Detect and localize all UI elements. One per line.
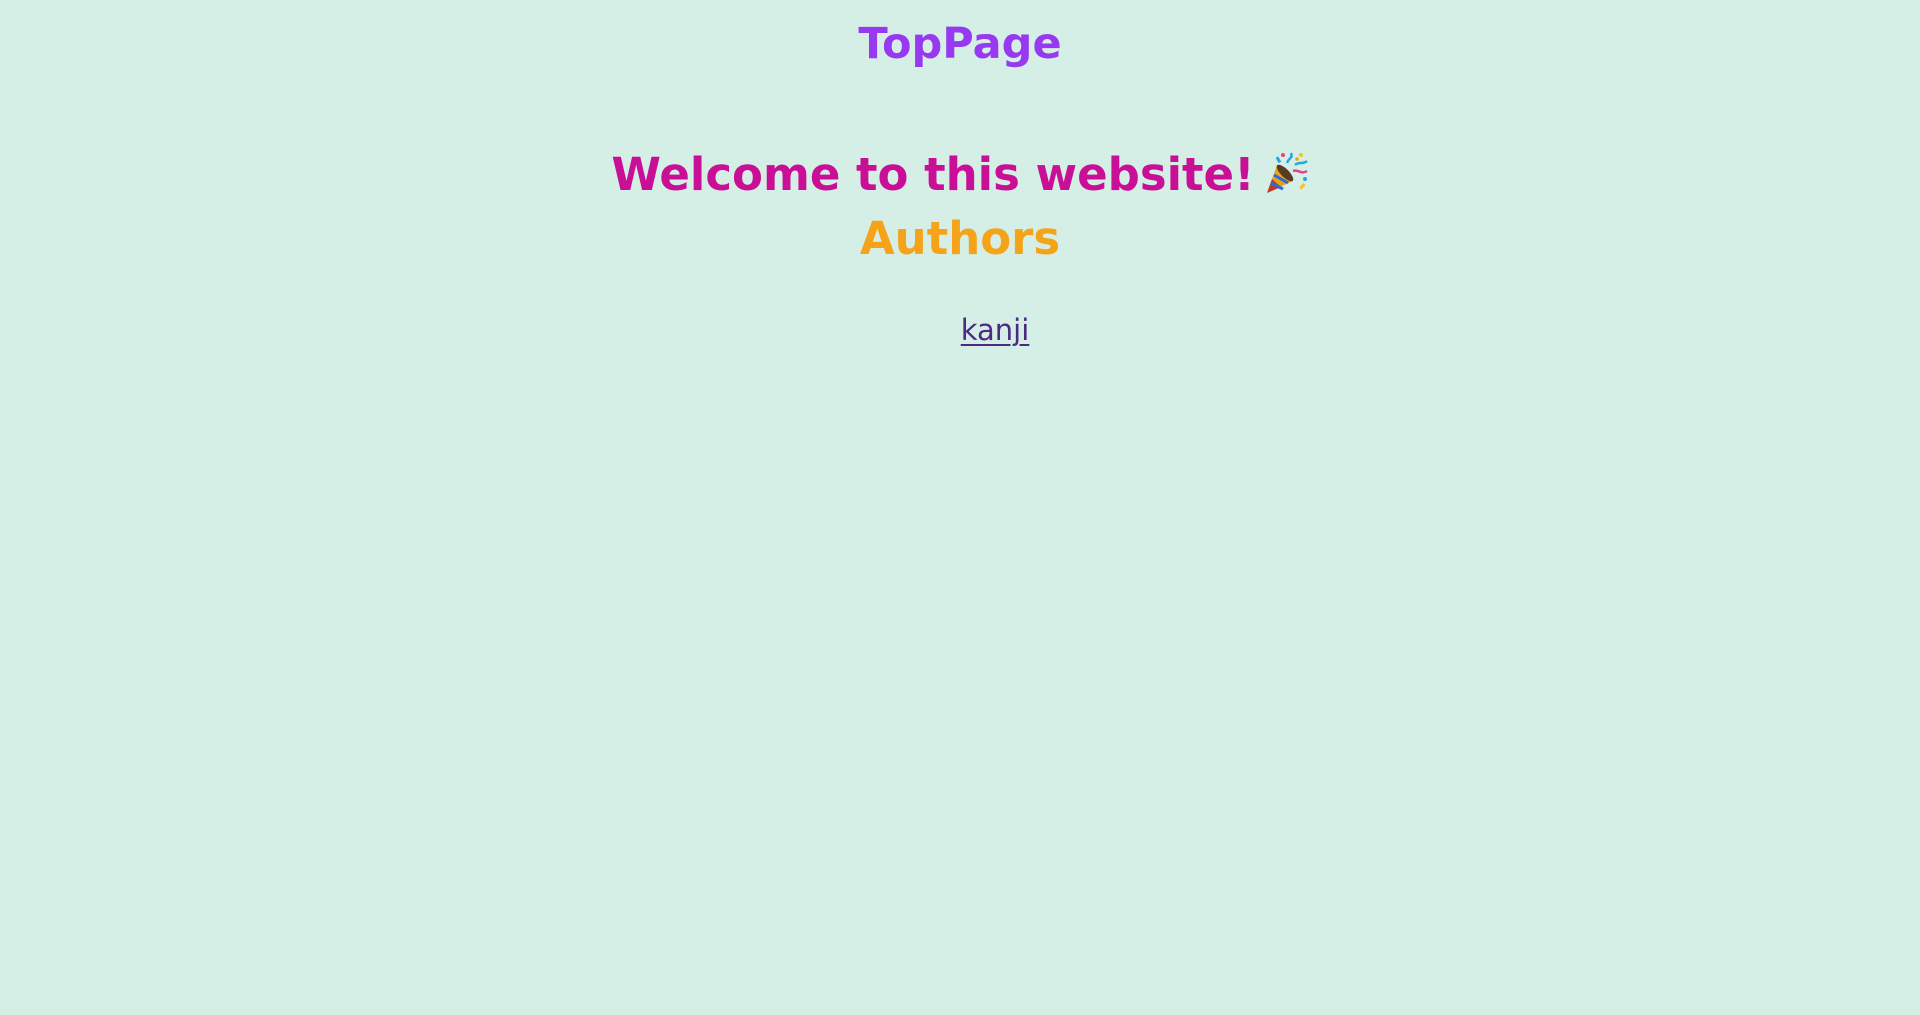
list-item: kanji [0,308,1920,352]
welcome-heading: Welcome to this website! [611,148,1255,202]
author-link-kanji[interactable]: kanji [961,313,1030,347]
page-title: TopPage [858,19,1062,69]
party-popper-icon [1263,149,1309,195]
page: TopPage Welcome to this website! Authors… [0,0,1920,1015]
authors-list: kanji [0,308,1920,352]
authors-heading: Authors [859,212,1061,265]
